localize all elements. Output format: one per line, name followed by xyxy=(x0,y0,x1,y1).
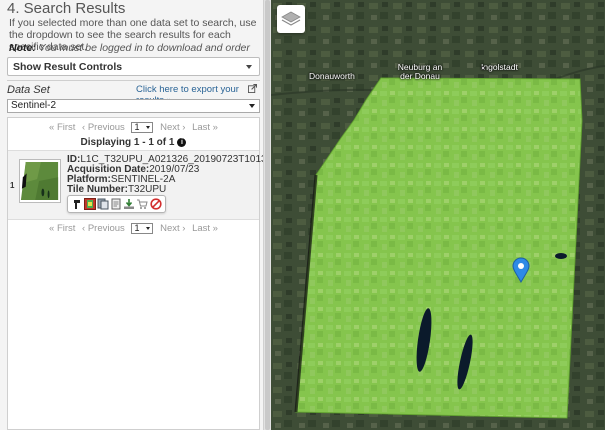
scrollbar-thumb[interactable] xyxy=(265,0,270,430)
results-list: « First ‹ Previous 1 Next › Last » Displ… xyxy=(7,117,263,430)
pager-first[interactable]: « First xyxy=(49,122,75,133)
city-dot xyxy=(481,66,485,70)
pager-previous[interactable]: ‹ Previous xyxy=(82,223,125,234)
external-link-icon[interactable] xyxy=(248,84,257,93)
layers-icon xyxy=(281,11,301,26)
layers-button[interactable] xyxy=(277,5,305,33)
info-icon[interactable]: i xyxy=(177,137,187,147)
displaying-count: Displaying 1 - 1 of 1i xyxy=(8,137,259,148)
tile-number-label: Tile Number: xyxy=(67,184,128,195)
tile-number-value: T32UPU xyxy=(127,184,167,195)
tile-number: Tile Number:T32UPU xyxy=(67,184,166,195)
cart-icon[interactable] xyxy=(136,198,148,210)
divider xyxy=(7,80,260,81)
page-select[interactable]: 1 xyxy=(131,122,154,133)
search-results-panel: 4. Search Results If you selected more t… xyxy=(0,0,263,430)
dataset-selected-value: Sentinel-2 xyxy=(11,100,57,111)
footprint-icon[interactable] xyxy=(71,198,83,210)
caret-down-icon xyxy=(246,65,252,69)
pager-bottom: « First ‹ Previous 1 Next › Last » xyxy=(8,223,259,234)
controls-label: Show Result Controls xyxy=(13,61,123,73)
map-label-neuburg: Neuburg an der Donau xyxy=(397,62,443,81)
compare-icon[interactable] xyxy=(97,198,109,210)
pager-first[interactable]: « First xyxy=(49,223,75,234)
pager-top: « First ‹ Previous 1 Next › Last » xyxy=(8,122,259,133)
chevron-down-icon xyxy=(249,104,255,108)
pager-next[interactable]: Next › xyxy=(160,223,185,234)
pager-next[interactable]: Next › xyxy=(160,122,185,133)
download-icon[interactable] xyxy=(123,198,135,210)
pager-previous[interactable]: ‹ Previous xyxy=(82,122,125,133)
map-label-donauworth: Donauworth xyxy=(309,71,355,81)
dataset-select[interactable]: Sentinel-2 xyxy=(7,99,260,113)
map-view[interactable]: Donauworth Neuburg an der Donau Ingolsta… xyxy=(271,0,605,430)
metadata-icon[interactable] xyxy=(110,198,122,210)
show-result-controls-toggle[interactable]: Show Result Controls xyxy=(7,57,260,76)
result-row: 1 ID:L1C_T32UPU_A021326_20190723T101347 … xyxy=(8,150,263,220)
result-actions-toolbar xyxy=(67,195,166,213)
scene-thumbnail[interactable] xyxy=(19,159,61,203)
pager-last[interactable]: Last » xyxy=(192,122,218,133)
panel-title: 4. Search Results xyxy=(7,0,126,17)
note-label: Note: xyxy=(9,42,36,54)
panel-scrollbar[interactable] xyxy=(263,0,271,430)
page-select[interactable]: 1 xyxy=(131,223,154,234)
displaying-text: Displaying 1 - 1 of 1 xyxy=(80,137,175,148)
browse-overlay-icon[interactable] xyxy=(84,198,96,210)
map-label-ingolstadt: Ingolstadt xyxy=(481,62,518,72)
exclude-icon[interactable] xyxy=(150,198,162,210)
pager-last[interactable]: Last » xyxy=(192,223,218,234)
result-row-number: 1 xyxy=(10,181,15,190)
dataset-label: Data Set xyxy=(7,84,50,96)
